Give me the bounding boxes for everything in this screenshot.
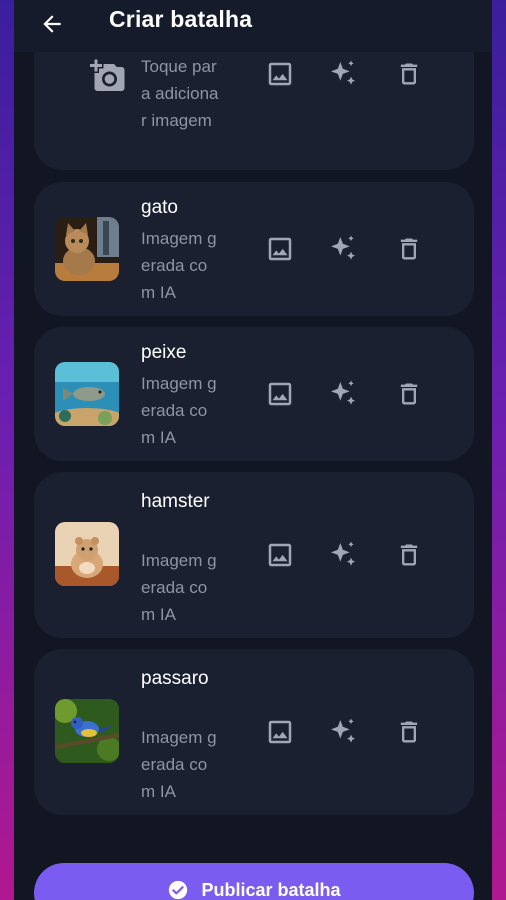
trash-icon [400, 721, 418, 743]
item-thumbnail[interactable] [55, 522, 119, 586]
delete-button[interactable] [392, 538, 426, 572]
battle-item-card: peixe Imagem gerada com IA [34, 327, 474, 461]
image-icon [268, 382, 292, 406]
publish-battle-button[interactable]: Publicar batalha [34, 863, 474, 900]
top-app-bar: Criar batalha [14, 0, 492, 52]
sparkles-icon [331, 235, 355, 260]
publish-button-label: Publicar batalha [201, 879, 341, 900]
item-subtitle: Imagem gerada com IA [141, 374, 217, 447]
ai-generate-button[interactable] [326, 232, 360, 266]
item-name: passaro [141, 668, 209, 689]
image-icon [268, 237, 292, 261]
gallery-button[interactable] [263, 538, 297, 572]
delete-button[interactable] [392, 715, 426, 749]
arrow-back-icon [43, 15, 61, 33]
trash-icon [400, 544, 418, 566]
sparkles-icon [331, 380, 355, 405]
image-icon [268, 543, 292, 567]
trash-icon [400, 383, 418, 405]
trash-icon [400, 238, 418, 260]
ai-generate-button[interactable] [326, 57, 360, 91]
gallery-button[interactable] [263, 377, 297, 411]
item-subtitle: Imagem gerada com IA [141, 551, 217, 624]
delete-button[interactable] [392, 232, 426, 266]
item-name: gato [141, 197, 178, 218]
trash-icon [400, 63, 418, 85]
sparkles-icon [331, 718, 355, 743]
sparkles-icon [331, 60, 355, 85]
battle-item-card: passaro Imagem gerada com IA [34, 649, 474, 815]
gallery-button[interactable] [263, 57, 297, 91]
ai-generate-button[interactable] [326, 377, 360, 411]
delete-button[interactable] [392, 57, 426, 91]
item-name: hamster [141, 491, 210, 512]
item-name: peixe [141, 342, 187, 363]
back-button[interactable] [34, 6, 70, 42]
item-thumbnail[interactable] [55, 699, 119, 763]
item-subtitle: Toque para adicionar imagem [141, 57, 219, 130]
battle-item-card: hamster Imagem gerada com IA [34, 472, 474, 638]
app-screen: Criar batalha Toque para adicionar image… [14, 0, 492, 900]
image-icon [268, 720, 292, 744]
item-thumbnail[interactable] [55, 362, 119, 426]
check-circle-icon [169, 880, 188, 900]
gallery-button[interactable] [263, 715, 297, 749]
add-image-button[interactable] [90, 58, 126, 94]
ai-generate-button[interactable] [326, 715, 360, 749]
add-photo-icon [90, 59, 125, 91]
item-subtitle: Imagem gerada com IA [141, 728, 217, 801]
page-title: Criar batalha [109, 6, 253, 32]
gallery-button[interactable] [263, 232, 297, 266]
image-icon [268, 62, 292, 86]
delete-button[interactable] [392, 377, 426, 411]
battle-item-card: gato Imagem gerada com IA [34, 182, 474, 316]
sparkles-icon [331, 541, 355, 566]
item-subtitle: Imagem gerada com IA [141, 229, 217, 302]
ai-generate-button[interactable] [326, 538, 360, 572]
publish-button-content: Publicar batalha [167, 879, 341, 900]
item-thumbnail[interactable] [55, 217, 119, 281]
